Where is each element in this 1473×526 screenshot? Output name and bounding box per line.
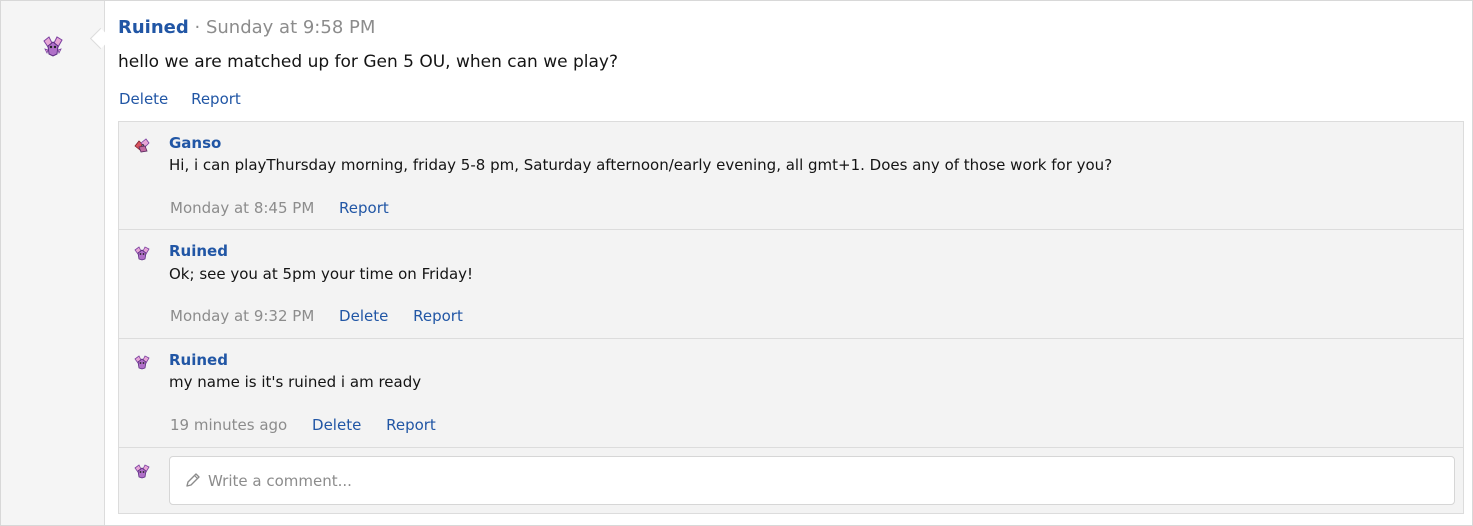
comment-text: Hi, i can playThursday morning, friday 5… (169, 156, 1113, 174)
comment-input-placeholder: Write a comment... (208, 472, 352, 490)
comment-input[interactable]: Write a comment... (169, 456, 1455, 505)
pokemon-sprite-avatar-icon[interactable] (133, 137, 151, 153)
pokemon-sprite-avatar-icon[interactable] (133, 463, 151, 479)
comment-text: Ok; see you at 5pm your time on Friday! (169, 265, 474, 283)
post-timestamp[interactable]: Sunday at 9:58 PM (206, 17, 375, 38)
comment-item: Ganso Hi, i can playThursday morning, fr… (119, 122, 1463, 230)
comment-timestamp[interactable]: Monday at 9:32 PM (170, 307, 314, 325)
pokemon-sprite-avatar-icon[interactable] (41, 35, 65, 57)
profile-post-container: Ruined · Sunday at 9:58 PM hello we are … (0, 0, 1473, 526)
comment-text: my name is it's ruined i am ready (169, 373, 422, 391)
post-header: Ruined · Sunday at 9:58 PM (118, 16, 375, 40)
comment-author-link[interactable]: Ruined (169, 350, 228, 370)
comment-delete-link[interactable]: Delete (339, 307, 388, 325)
pencil-icon (186, 473, 200, 487)
comment-timestamp[interactable]: Monday at 8:45 PM (170, 199, 314, 217)
comment-timestamp[interactable]: 19 minutes ago (170, 416, 287, 434)
comment-item: Ruined my name is it's ruined i am ready… (119, 339, 1463, 448)
comment-author-link[interactable]: Ruined (169, 241, 228, 261)
pokemon-sprite-avatar-icon[interactable] (133, 354, 151, 370)
comment-meta: Monday at 8:45 PM Report (170, 198, 409, 218)
write-comment-row: Write a comment... (119, 448, 1463, 513)
post-author-link[interactable]: Ruined (118, 17, 189, 38)
post-body-text: hello we are matched up for Gen 5 OU, wh… (118, 52, 619, 72)
comments-panel: Ganso Hi, i can playThursday morning, fr… (118, 121, 1464, 514)
post-delete-link[interactable]: Delete (119, 90, 168, 108)
comment-delete-link[interactable]: Delete (312, 416, 361, 434)
post-actions: Delete Report (119, 89, 259, 109)
comment-report-link[interactable]: Report (339, 199, 389, 217)
post-report-link[interactable]: Report (191, 90, 241, 108)
comment-meta: Monday at 9:32 PM Delete Report (170, 306, 483, 326)
pokemon-sprite-avatar-icon[interactable] (133, 245, 151, 261)
comment-report-link[interactable]: Report (413, 307, 463, 325)
comment-author-link[interactable]: Ganso (169, 133, 221, 153)
comment-item: Ruined Ok; see you at 5pm your time on F… (119, 230, 1463, 339)
comment-report-link[interactable]: Report (386, 416, 436, 434)
post-avatar-column (1, 1, 105, 525)
comment-meta: 19 minutes ago Delete Report (170, 415, 456, 435)
header-separator: · (194, 17, 201, 38)
